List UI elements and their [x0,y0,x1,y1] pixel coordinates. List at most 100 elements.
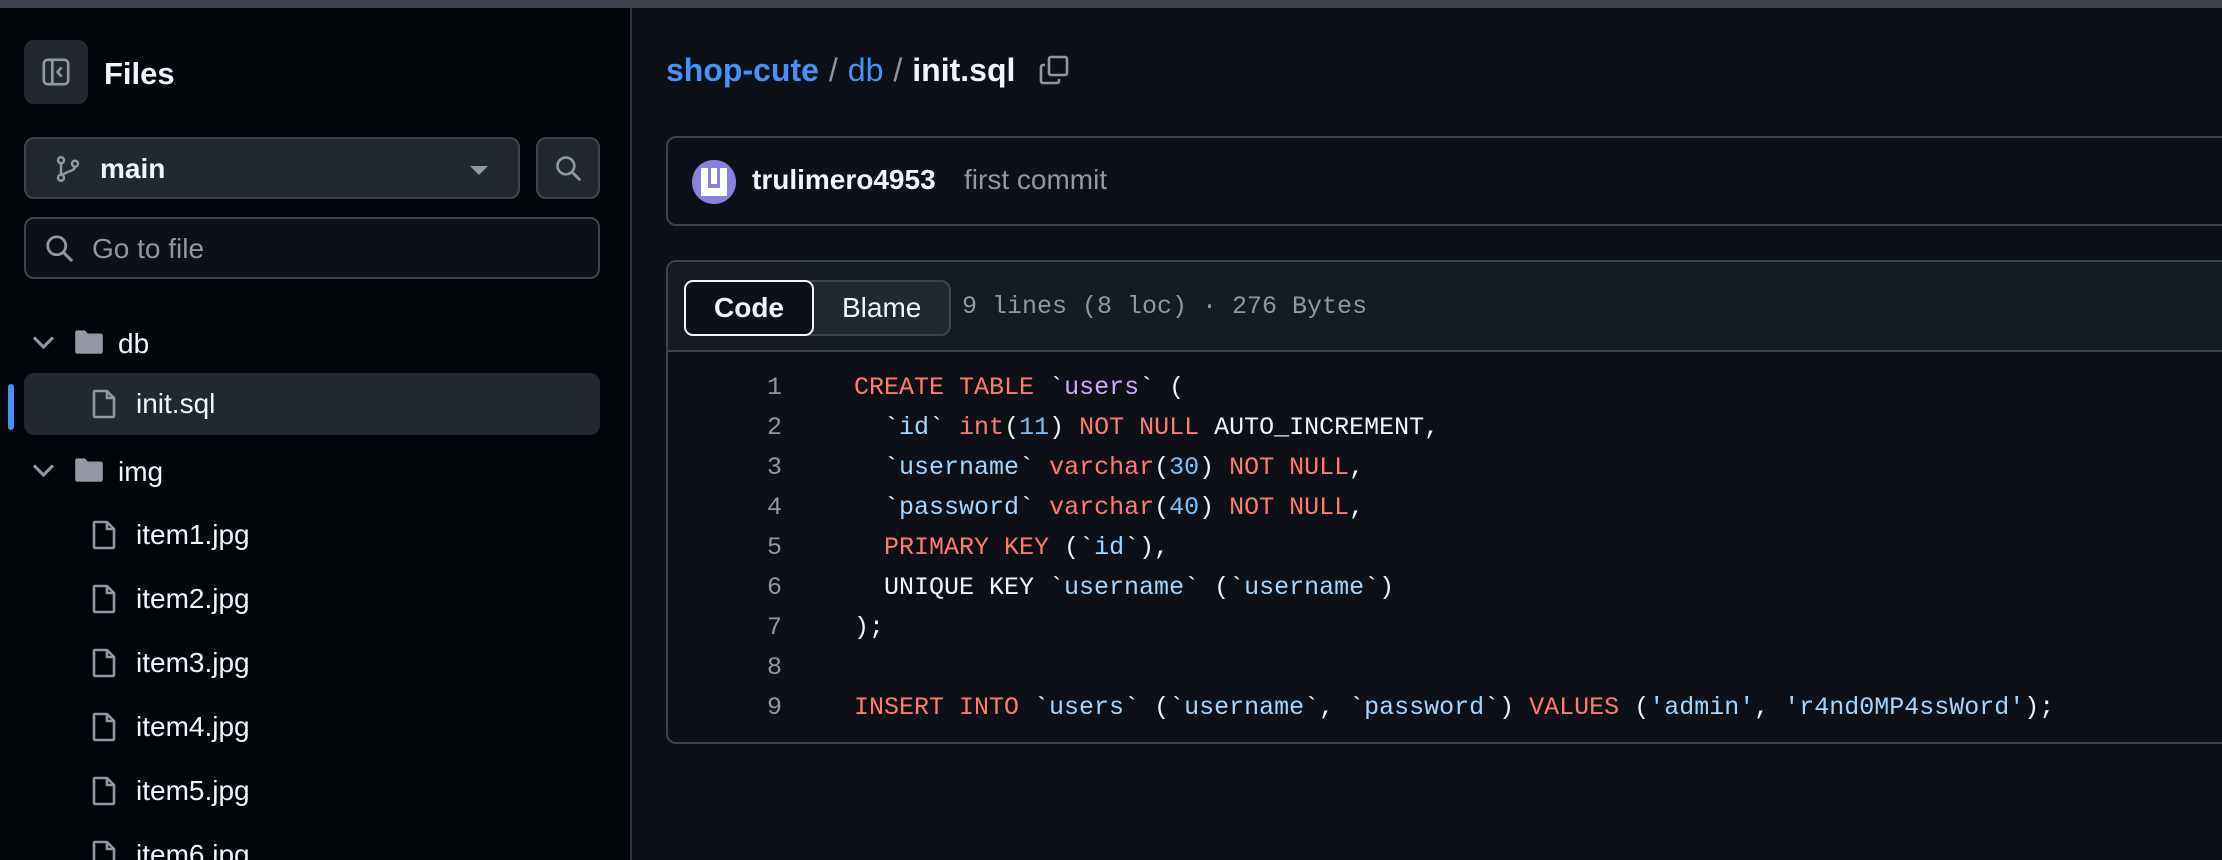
code-token: , [1349,453,1365,482]
selected-item-indicator [8,384,14,430]
code-line: 4 `password` varchar(40) NOT NULL, [668,488,2222,528]
commit-message-link[interactable]: first commit [964,164,1107,196]
tab-code[interactable]: Code [684,280,814,336]
sidebar-title: Files [104,56,175,91]
breadcrumb-dir-link[interactable]: db [848,52,884,88]
sidebar-collapse-icon [42,58,70,86]
breadcrumb-separator: / [893,52,903,88]
code-lines: 1 CREATE TABLE `users` (2 `id` int(11) NO… [668,368,2222,728]
line-number[interactable]: 8 [708,648,782,688]
line-content: `id` int(11) NOT NULL AUTO_INCREMENT, [854,408,1439,448]
tab-blame[interactable]: Blame [814,282,949,334]
code-line: 5 PRIMARY KEY (`id`), [668,528,2222,568]
chevron-down-icon [32,455,55,478]
breadcrumb-repo-link[interactable]: shop-cute [666,52,819,88]
line-content: `username` varchar(30) NOT NULL, [854,448,1364,488]
line-number[interactable]: 9 [708,688,782,728]
code-token: password [1364,693,1485,722]
breadcrumb: shop-cute / db / init.sql [666,50,1015,90]
file-icon [92,840,116,860]
copy-path-icon[interactable] [1038,54,1070,86]
folder-icon [75,330,103,354]
tree-file-init-sql[interactable]: init.sql [24,373,600,435]
tree-item-label: item1.jpg [136,519,250,550]
line-number[interactable]: 3 [708,448,782,488]
line-number[interactable]: 2 [708,408,782,448]
tree-item-label: img [118,456,164,487]
code-token: ` [854,493,900,522]
code-token: NOT NULL [1229,453,1350,482]
code-token: `, ` [1304,693,1365,722]
chevron-down-icon [32,327,55,350]
tree-item-label: db [118,328,150,359]
file-icon [92,776,116,806]
code-line: 6 UNIQUE KEY `username` (`username`) [668,568,2222,608]
code-token: username [1184,693,1305,722]
code-token: ` [1019,693,1050,722]
code-token: username [1244,573,1365,602]
tree-file-item2[interactable]: item2.jpg [24,568,600,630]
avatar[interactable] [692,160,736,204]
tree-folder-db[interactable]: db [24,313,600,375]
search-files-button[interactable] [536,137,600,199]
file-icon [92,712,116,742]
code-token: username [1064,573,1185,602]
commit-author-link[interactable]: trulimero4953 [752,164,936,196]
go-to-file-field[interactable] [24,217,600,279]
code-token: (` [1049,533,1095,562]
code-token: users [1049,693,1125,722]
search-icon [556,156,581,181]
line-content: INSERT INTO `users` (`username`, `passwo… [854,688,2054,728]
code-token: varchar [1049,493,1155,522]
code-token: 30 [1169,453,1200,482]
branch-select-button[interactable]: main [24,137,520,199]
code-token: NOT NULL [1229,493,1350,522]
avatar-identicon [692,160,736,204]
code-token: ` [1049,373,1065,402]
code-token: ` [929,413,960,442]
line-content: PRIMARY KEY (`id`), [854,528,1169,568]
tree-item-label: item4.jpg [136,711,250,742]
tree-item-label: init.sql [136,388,216,419]
code-token: ) [1199,453,1230,482]
code-viewer-header: Code Blame 9 lines (8 loc) · 276 Bytes [668,262,2222,352]
line-number[interactable]: 7 [708,608,782,648]
window-top-border [0,0,2222,8]
view-mode-toggle: Code Blame [684,280,952,336]
tree-file-item1[interactable]: item1.jpg [24,504,600,566]
code-token: ); [854,613,885,642]
code-token: 40 [1169,493,1200,522]
code-viewer: Code Blame 9 lines (8 loc) · 276 Bytes 1… [666,260,2222,744]
code-token: CREATE TABLE [854,373,1050,402]
code-line: 8 [668,648,2222,688]
line-number[interactable]: 5 [708,528,782,568]
code-token: `), [1124,533,1170,562]
line-content: CREATE TABLE `users` ( [854,368,1184,408]
code-token: INSERT INTO [854,693,1020,722]
code-token: `) [1484,693,1530,722]
collapse-sidebar-button[interactable] [24,40,88,104]
code-token: `) [1364,573,1395,602]
line-content: UNIQUE KEY `username` (`username`) [854,568,1394,608]
code-token: int [959,413,1005,442]
go-to-file-input[interactable] [90,229,574,269]
code-token: NOT NULL [1079,413,1200,442]
search-icon [46,235,73,262]
tree-item-label: item3.jpg [136,647,250,678]
tree-file-item6[interactable]: item6.jpg [24,824,600,860]
code-token: id [1094,533,1125,562]
latest-commit-bar: trulimero4953 first commit [666,136,2222,226]
code-token: ` (` [1124,693,1185,722]
code-token: AUTO_INCREMENT, [1199,413,1440,442]
line-number[interactable]: 4 [708,488,782,528]
line-number[interactable]: 1 [708,368,782,408]
tree-file-item3[interactable]: item3.jpg [24,632,600,694]
code-token: ` ( [1139,373,1185,402]
line-number[interactable]: 6 [708,568,782,608]
tree-file-item5[interactable]: item5.jpg [24,760,600,822]
code-line: 9 INSERT INTO `users` (`username`, `passw… [668,688,2222,728]
tree-file-item4[interactable]: item4.jpg [24,696,600,758]
tree-folder-img[interactable]: img [24,441,600,503]
file-tree-sidebar: Files main db init.sql img item1.jpg ite… [0,8,632,860]
file-icon [92,648,116,678]
